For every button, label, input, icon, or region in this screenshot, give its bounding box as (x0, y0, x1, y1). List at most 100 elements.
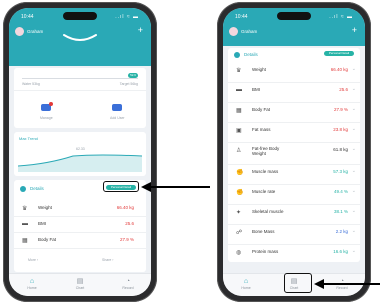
arrow-head-left (141, 182, 151, 192)
status-bar: 10:44 ..ıl ≈ ▬ (223, 8, 365, 24)
row-bmi[interactable]: ▬ BMI 25.6 ⌄ (228, 82, 360, 103)
add-icon[interactable]: + (138, 25, 143, 35)
tab-label: Home (27, 286, 37, 290)
summary-card: 52.6 Water 53kg Target 56kg Manage Add U… (14, 68, 146, 128)
row-value: 25.6 (125, 221, 134, 226)
row-value: 61.8 kg (333, 147, 348, 152)
divider (14, 90, 146, 91)
chevron-down-icon: ⌄ (351, 86, 356, 92)
chevron-down-icon: ⌄ (351, 66, 356, 72)
details-icon (234, 52, 240, 58)
weight-icon: ♛ (22, 206, 28, 212)
row-label: Fat mass (252, 127, 271, 132)
row-value: 16.6 kg (333, 249, 348, 254)
dynamic-island (277, 12, 311, 20)
dynamic-island (63, 12, 97, 20)
row-value: 38.1 % (333, 209, 348, 214)
row-value: 2.2 kg (335, 229, 348, 234)
bmi-icon: ▬ (236, 87, 242, 93)
row-fat-free-weight[interactable]: ♙ Fat-free Body Weight 61.8 kg ⌄ (228, 142, 360, 165)
chevron-down-icon: ⌄ (351, 248, 356, 254)
chevron-down-icon: ⌄ (351, 208, 356, 214)
add-user-button[interactable]: Add User (110, 98, 125, 120)
row-body-fat[interactable]: ▦ Body Fat 27.9 % ⌄ (228, 102, 360, 123)
row-value: 66.40 kg (116, 205, 134, 210)
trend-card[interactable]: Max Trend 62.33 (14, 132, 146, 176)
row-label: Muscle rate (252, 189, 276, 194)
tab-chart[interactable]: ▤ Chart (65, 277, 95, 290)
status-icons: ..ıl ≈ ▬ (115, 14, 139, 20)
row-fat-mass[interactable]: ▣ Fat mass 23.8 kg ⌄ (228, 122, 360, 143)
share-link[interactable]: Share › (102, 258, 113, 262)
manage-icon (41, 102, 54, 111)
chevron-down-icon: ⌄ (351, 188, 356, 194)
add-icon[interactable]: + (352, 25, 357, 35)
tab-record[interactable]: ◔ Record (113, 277, 143, 290)
profile[interactable]: Graham (229, 27, 257, 36)
tab-home[interactable]: ⌂ Home (231, 277, 261, 290)
status-time: 10:44 (235, 14, 248, 20)
row-bmi[interactable]: ▬ BMI 25.6 (14, 216, 146, 233)
add-user-label: Add User (110, 116, 125, 120)
chevron-down-icon: ⌄ (351, 146, 356, 152)
row-label: Bone Mass (252, 229, 275, 234)
home-icon: ⌂ (29, 278, 35, 285)
avatar (229, 27, 238, 36)
arrow-head-right (314, 279, 324, 289)
profile-name: Graham (241, 29, 258, 34)
screen-left: 10:44 ..ıl ≈ ▬ Graham + 52.6 Water 53kg … (9, 8, 151, 296)
avatar (15, 27, 24, 36)
row-body-fat[interactable]: ▦ Body Fat 27.9 % (14, 232, 146, 249)
tab-home[interactable]: ⌂ Home (17, 277, 47, 290)
row-label: Weight (252, 67, 266, 72)
chart-icon: ▤ (76, 278, 84, 285)
tab-label: Chart (75, 286, 85, 290)
row-value: 66.40 kg (330, 67, 348, 72)
row-weight[interactable]: ♛ Weight 66.40 kg ⌄ (228, 62, 360, 83)
details-card: Details Personal Detail ♛ Weight 66.40 k… (14, 180, 146, 272)
muscle-mass-icon: ✊ (236, 170, 244, 176)
chevron-down-icon: ⌄ (351, 228, 356, 234)
row-skeletal-muscle[interactable]: ✦ Skeletal muscle 38.1 % ⌄ (228, 204, 360, 225)
profile-name: Graham (27, 29, 44, 34)
chevron-down-icon: ⌄ (351, 126, 356, 132)
weight-gauge (63, 34, 97, 41)
row-label: Protein mass (252, 249, 279, 254)
target-label: Target 56kg (119, 82, 138, 86)
row-weight[interactable]: ♛ Weight 66.40 kg (14, 200, 146, 217)
row-muscle-mass[interactable]: ✊ Muscle mass 57.3 kg ⌄ (228, 164, 360, 185)
tab-label: Record (122, 286, 134, 290)
row-label: Body Fat (252, 107, 271, 112)
status-time: 10:44 (21, 14, 34, 20)
phone-right: 10:44 ..ıl ≈ ▬ Graham + Details Personal… (217, 2, 371, 302)
trend-title: Max Trend (19, 136, 38, 141)
row-label: Weight (38, 205, 52, 210)
phone-left: 10:44 ..ıl ≈ ▬ Graham + 52.6 Water 53kg … (3, 2, 157, 302)
bmi-icon: ▬ (22, 221, 28, 227)
personal-detail-button[interactable]: Personal Detail (324, 51, 354, 56)
details-card-expanded: Details Personal Detail ♛ Weight 66.40 k… (228, 48, 360, 262)
row-muscle-rate[interactable]: ✊ Muscle rate 49.4 % ⌄ (228, 184, 360, 205)
weight-icon: ♛ (236, 68, 242, 74)
home-icon: ⌂ (243, 278, 249, 285)
tab-bar: ⌂ Home ▤ Chart ◔ Record (9, 273, 151, 296)
tab-label: Home (241, 286, 251, 290)
profile[interactable]: Graham (15, 27, 43, 36)
body-fat-icon: ▦ (22, 238, 28, 244)
tab-label: Record (336, 286, 348, 290)
row-value: 23.8 kg (333, 127, 348, 132)
arrow-line-left (150, 186, 210, 188)
manage-button[interactable]: Manage (40, 98, 54, 120)
highlight-box-personal-detail (103, 181, 139, 192)
add-user-icon (112, 104, 123, 111)
row-value: 57.3 kg (333, 169, 348, 174)
row-protein-mass[interactable]: ◍ Protein mass 16.6 kg ⌄ (228, 244, 360, 262)
record-icon: ◔ (125, 278, 131, 285)
row-bone-mass[interactable]: ☍ Bone Mass 2.2 kg ⌄ (228, 224, 360, 245)
more-link[interactable]: More › (28, 258, 38, 262)
highlight-box-chart-tab (284, 273, 312, 293)
row-label: Skeletal muscle (252, 209, 284, 214)
row-label: Fat-free Body Weight (252, 146, 280, 156)
row-label: BMI (252, 87, 261, 92)
details-icon (20, 186, 26, 192)
